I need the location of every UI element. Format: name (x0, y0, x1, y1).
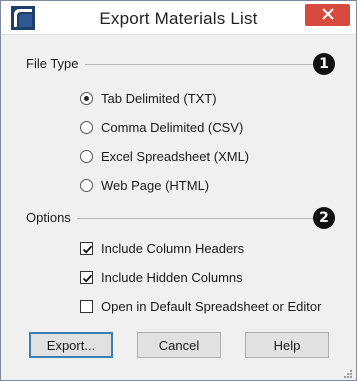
checkbox-open-in-default-editor[interactable]: Open in Default Spreadsheet or Editor (80, 296, 321, 316)
export-materials-dialog: Export Materials List File Type 1 Tab De… (0, 0, 357, 381)
radio-button[interactable] (80, 91, 93, 105)
close-icon (321, 7, 334, 23)
callout-badge-2: 2 (313, 207, 335, 229)
checkbox-include-column-headers[interactable]: Include Column Headers (80, 238, 244, 258)
options-group-label: Options (26, 210, 77, 225)
cancel-button[interactable]: Cancel (137, 332, 221, 358)
radio-label: Web Page (HTML) (101, 177, 210, 193)
radio-option-csv[interactable]: Comma Delimited (CSV) (80, 117, 243, 137)
help-button[interactable]: Help (245, 332, 329, 358)
checkmark-icon (82, 245, 93, 254)
title-bar[interactable]: Export Materials List (1, 1, 356, 35)
callout-badge-1: 1 (313, 53, 335, 75)
radio-option-txt[interactable]: Tab Delimited (TXT) (80, 88, 217, 108)
radio-label: Comma Delimited (CSV) (101, 119, 244, 135)
radio-button[interactable] (80, 149, 93, 163)
radio-label: Tab Delimited (TXT) (101, 90, 217, 106)
checkbox-include-hidden-columns[interactable]: Include Hidden Columns (80, 267, 243, 287)
checkbox-label: Include Column Headers (101, 240, 245, 256)
file-type-group-label: File Type (26, 56, 85, 71)
radio-button[interactable] (80, 120, 93, 134)
checkbox[interactable] (80, 299, 93, 313)
resize-grip-icon[interactable] (342, 366, 352, 378)
radio-label: Excel Spreadsheet (XML) (101, 148, 250, 164)
checkbox-label: Open in Default Spreadsheet or Editor (101, 298, 322, 314)
checkbox[interactable] (80, 270, 93, 284)
checkmark-icon (82, 274, 93, 283)
export-button[interactable]: Export... (29, 332, 113, 358)
radio-option-xml[interactable]: Excel Spreadsheet (XML) (80, 146, 249, 166)
radio-option-html[interactable]: Web Page (HTML) (80, 175, 209, 195)
dialog-title: Export Materials List (99, 9, 258, 28)
checkbox[interactable] (80, 241, 93, 255)
close-button[interactable] (305, 4, 350, 26)
checkbox-label: Include Hidden Columns (101, 269, 243, 285)
radio-button[interactable] (80, 178, 93, 192)
